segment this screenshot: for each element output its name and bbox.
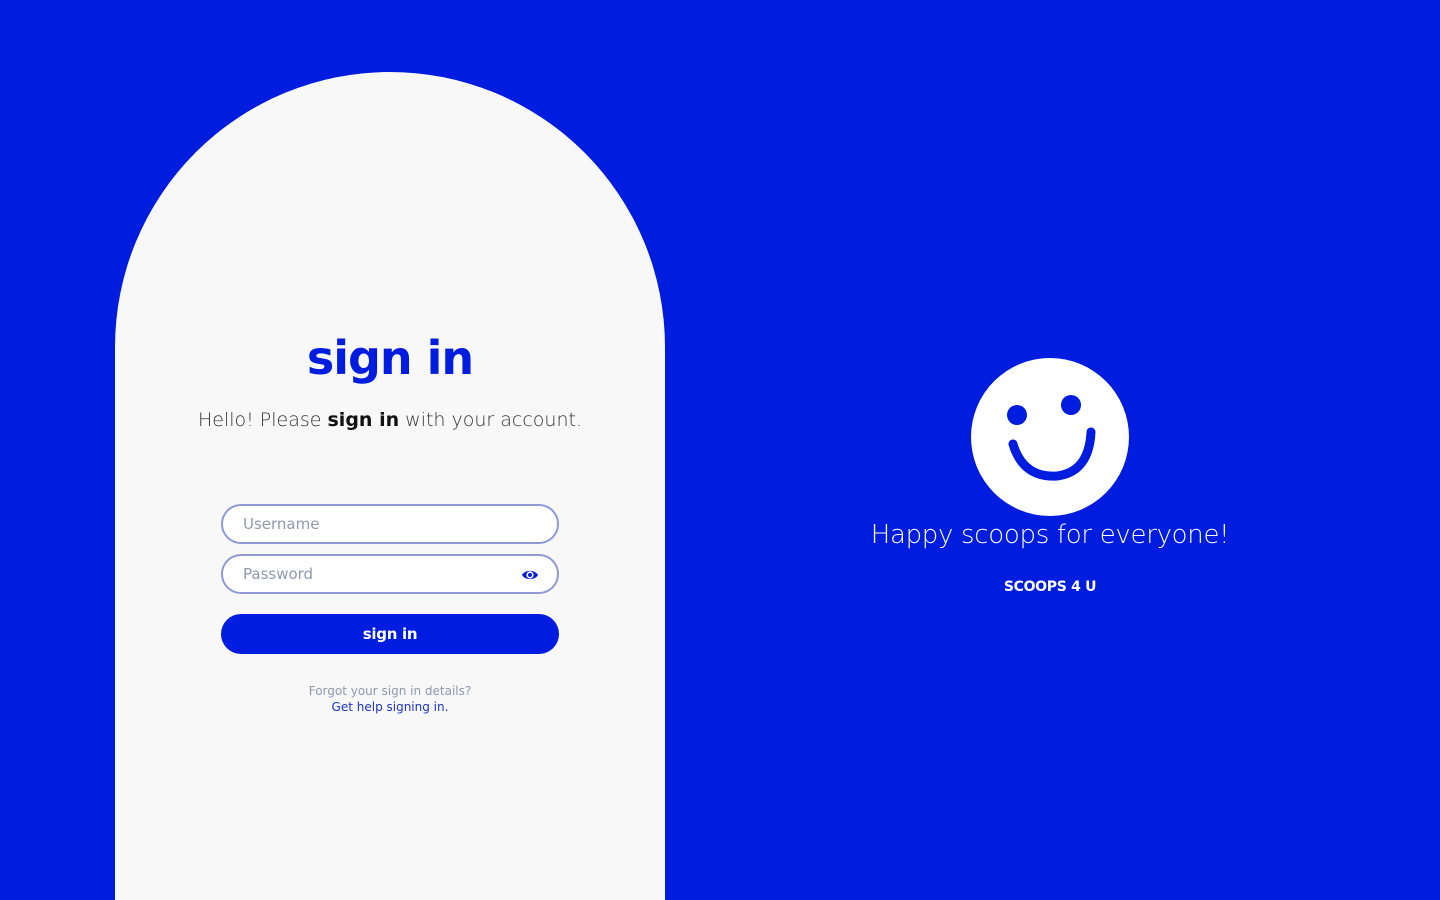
password-field-wrapper (221, 554, 559, 594)
username-input[interactable] (243, 506, 503, 542)
sign-in-subtitle: Hello! Please sign in with your account. (115, 408, 665, 432)
subtitle-emphasis: sign in (327, 409, 400, 431)
smiley-face-icon (971, 358, 1129, 516)
username-field-wrapper (221, 504, 559, 544)
sign-in-title: sign in (306, 331, 474, 385)
help-link-row: Get help signing in. (115, 699, 665, 715)
promo-tagline: Happy scoops for everyone! (870, 520, 1230, 550)
subtitle-suffix: with your account. (399, 409, 582, 431)
brand-name: SCOOPS 4 U (1003, 579, 1097, 595)
password-input[interactable] (243, 556, 503, 592)
sign-in-button[interactable]: sign in (221, 614, 559, 654)
sign-in-page: sign in Hello! Please sign in with your … (0, 0, 1440, 900)
forgot-details-text: Forgot your sign in details? (308, 684, 472, 698)
get-help-link[interactable]: Get help signing in. (332, 700, 449, 714)
sign-in-card: sign in Hello! Please sign in with your … (115, 72, 665, 900)
subtitle-prefix: Hello! Please (197, 409, 328, 431)
eye-icon[interactable] (521, 567, 539, 581)
